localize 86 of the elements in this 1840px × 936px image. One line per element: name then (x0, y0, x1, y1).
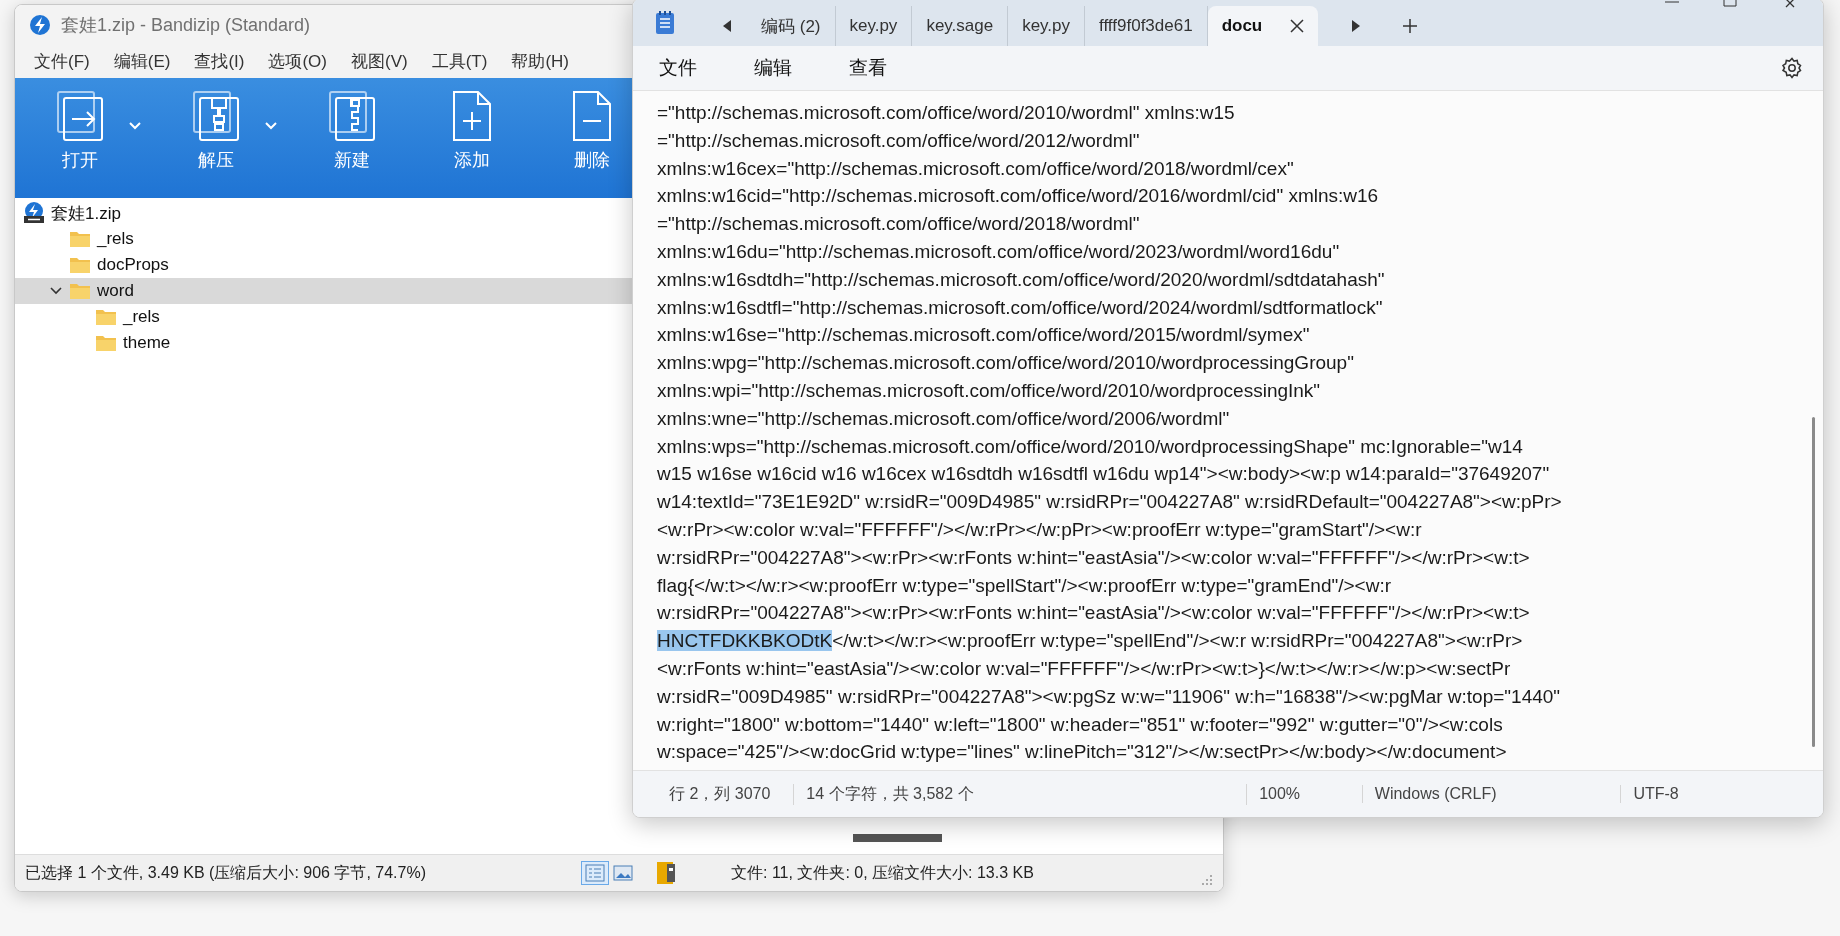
tree-item-label: _rels (97, 229, 134, 249)
code-text: ="http://schemas.microsoft.com/office/word/2012/wordml" (657, 129, 1140, 151)
code-text: xmlns:w16sdtfl="http://schemas.microsoft.com/office/word/2024/wordml/sdtformatlock" (657, 296, 1383, 318)
selected-text: HNCTFDKKBKODtK (657, 630, 833, 652)
tree-item-label: 套娃1.zip (51, 202, 121, 225)
code-text: w:rsidRPr="004227A8"><w:rPr><w:rFonts w:hint="eastAsia"/><w:color w:val="FFFFFF"/></w:rPr><w:t> (657, 546, 1530, 568)
code-text: xmlns:wpg="http://schemas.microsoft.com/office/word/2010/wordprocessingGroup" (657, 352, 1354, 374)
status-text: UTF-8 (1633, 785, 1680, 803)
menu-item[interactable]: 编辑(E) (104, 46, 180, 77)
tree-item-label: word (97, 281, 134, 301)
menu-item[interactable]: 编辑 (746, 51, 800, 85)
code-text: <w:rFonts w:hint="eastAsia"/><w:color w:val="FFFFFF"/></w:rPr><w:t>}</w:t></w:r></w:p><w:sectPr (657, 657, 1511, 679)
app-logo-icon (29, 14, 51, 36)
tree-item[interactable]: theme (15, 330, 632, 356)
folder-icon (69, 282, 91, 300)
code-text: flag{</w:t></w:r><w:proofErr w:type="spellStart"/><w:proofErr w:type="gramEnd"/><w:r (657, 574, 1391, 596)
archive-icon (23, 202, 45, 224)
code-text: xmlns:wps="http://schemas.microsoft.com/office/word/2010/wordprocessingShape" mc:Ignorable="w14 (657, 435, 1523, 457)
text-editor[interactable] (633, 91, 1823, 770)
code-text: xmlns:w16cex="http://schemas.microsoft.com/office/word/2018/wordml/cex" (657, 157, 1294, 179)
toolbar-button[interactable]: 删除 (551, 78, 633, 172)
code-text: xmlns:w16se="http://schemas.microsoft.com/office/word/2015/wordml/symex" (657, 324, 1310, 346)
triangle-left-icon (722, 20, 732, 32)
settings-icon[interactable] (1781, 57, 1803, 79)
maximize-icon[interactable] (1723, 0, 1737, 7)
status-text: 100% (1259, 785, 1363, 803)
close-icon[interactable] (1290, 19, 1305, 33)
code-text: xmlns:w16sdtdh="http://schemas.microsoft.com/office/word/2020/wordml/sdtdatahash" (657, 268, 1385, 290)
code-text: w:right="1800" w:bottom="1440" w:left="1800" w:header="851" w:footer="992" w:gutter="0"/><w:cols (657, 713, 1503, 735)
details-view-icon (585, 864, 605, 882)
tree-item-label: theme (123, 333, 171, 353)
menu-item[interactable]: 工具(T) (422, 46, 497, 77)
notepad-icon (653, 10, 677, 36)
extract-file-icon (192, 90, 240, 142)
resize-grip-icon[interactable] (1201, 874, 1213, 886)
status-text: 行 2，列 3070 (669, 783, 795, 805)
menu-item[interactable]: 查找(I) (185, 46, 254, 77)
code-text: </w:t></w:r><w:proofErr w:type="spellEnd"/><w:r w:rsidRPr="004227A8"><w:rPr> (832, 630, 1523, 652)
folder-icon (95, 334, 117, 352)
code-text: xmlns:w16du="http://schemas.microsoft.com/office/word/2023/wordml/word16du" (657, 241, 1340, 262)
minimize-icon[interactable] (1665, 0, 1679, 5)
code-text: w14:textId="73E1E92D" w:rsidR="009D4985" w:rsidRPr="004227A8" w:rsidRDefault="004227A8"><w:pPr> (657, 491, 1562, 513)
scrollbar-thumb[interactable] (853, 834, 942, 842)
toolbar-button[interactable]: 添加 (431, 78, 513, 172)
menu-item[interactable]: 帮助(H) (502, 46, 578, 77)
thumbnail-view-icon (613, 865, 633, 881)
triangle-right-icon (1351, 20, 1362, 32)
scrollbar-thumb[interactable] (1812, 417, 1815, 747)
code-text: ="http://schemas.microsoft.com/office/word/2010/wordml" xmlns:w15 (657, 102, 1235, 123)
menu-item[interactable]: 文件 (651, 51, 705, 85)
code-text: w:space="425"/><w:docGrid w:type="lines" w:linePitch="312"/></w:sectPr></w:body></w:document> (657, 741, 1507, 763)
toolbar-button[interactable]: 新建 (311, 78, 393, 172)
close-window-icon[interactable] (1783, 0, 1797, 9)
tree-item[interactable]: 套娃1.zip (15, 200, 632, 226)
status-text: Windows (CRLF) (1374, 785, 1622, 803)
code-text: xmlns:w16cid="http://schemas.microsoft.com/office/word/2016/wordml/cid" xmlns:w16 (657, 185, 1379, 207)
code-text: w15 w16se w16cid w16 w16cex w16sdtdh w16sdtfl w16du wp14"><w:body><w:p w14:paraId="37649207" (657, 463, 1550, 485)
window-title: 套娃1.zip - Bandizip (Standard) (61, 14, 311, 37)
folder-icon (69, 256, 91, 274)
code-text: xmlns:wpi="http://schemas.microsoft.com/office/word/2010/wordprocessingInk" (657, 379, 1321, 401)
plus-icon (1402, 18, 1419, 34)
toolbar-button[interactable]: 解压 (175, 78, 311, 172)
code-text: w:rsidR="009D4985" w:rsidRPr="004227A8"><w:pgSz w:w="11906" w:h="16838"/><w:pgMar w:top="1440" (657, 685, 1561, 707)
new-file-icon (328, 90, 376, 142)
code-text: <w:rPr><w:color w:val="FFFFFF"/></w:rPr></w:pPr><w:proofErr w:type="gramStart"/><w:r (657, 518, 1422, 540)
tab[interactable]: docu (1207, 6, 1319, 46)
tree-item[interactable]: _rels (15, 226, 632, 252)
code-text: w:rsidRPr="004227A8"><w:rPr><w:rFonts w:hint="eastAsia"/><w:color w:val="FFFFFF"/></w:rPr><w:t> (657, 602, 1530, 624)
tree-item[interactable]: word (15, 278, 632, 304)
open-file-icon (56, 90, 104, 142)
menu-item[interactable]: 查看 (841, 51, 895, 85)
code-text: ="http://schemas.microsoft.com/office/word/2018/wordml" (657, 213, 1140, 235)
menu-item[interactable]: 文件(F) (25, 46, 99, 77)
status-text: 14 个字符，共 3,582 个 (806, 783, 1248, 805)
tree-item-label: _rels (123, 307, 160, 327)
status-summary: 文件: 11, 文件夹: 0, 压缩文件大小: 13.3 KB (731, 862, 1034, 883)
folder-icon (95, 308, 117, 326)
toolbar-button[interactable]: 打开 (39, 78, 175, 172)
status-text: 已选择 1 个文件, 3.49 KB (压缩后大小: 906 字节, 74.7%) (25, 862, 427, 883)
tree-item[interactable]: _rels (15, 304, 632, 330)
tree-item-label: docProps (97, 255, 169, 275)
tree-item[interactable]: docProps (15, 252, 632, 278)
menu-item[interactable]: 视图(V) (342, 46, 417, 77)
code-text: xmlns:wne="http://schemas.microsoft.com/office/word/2006/wordml" (657, 407, 1230, 429)
folder-icon (69, 230, 91, 248)
menu-item[interactable]: 选项(O) (259, 46, 336, 77)
